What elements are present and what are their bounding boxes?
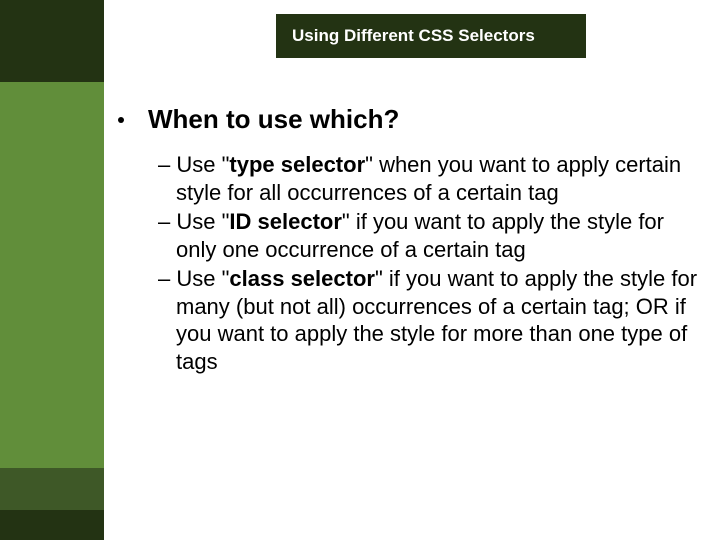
dash-icon: – [158,209,176,234]
sidebar-stripe-mid [0,82,104,468]
heading: When to use which? [148,104,399,135]
slide-title: Using Different CSS Selectors [292,26,535,46]
sub-bullet-list: – Use "type selector" when you want to a… [158,151,698,375]
sidebar-stripe-bottom [0,510,104,540]
sidebar-stripe-lower [0,468,104,510]
list-item: – Use "type selector" when you want to a… [158,151,698,206]
sub-text-bold: class selector [229,266,375,291]
sub-text-pre: Use " [176,209,229,234]
dash-icon: – [158,152,176,177]
list-item: – Use "class selector" if you want to ap… [158,265,698,375]
slide-title-bar: Using Different CSS Selectors [276,14,586,58]
sub-text-bold: type selector [229,152,365,177]
sub-text-bold: ID selector [229,209,342,234]
bullet-dot-icon [118,117,124,123]
sub-text-pre: Use " [176,266,229,291]
sub-text-pre: Use " [176,152,229,177]
list-item: – Use "ID selector" if you want to apply… [158,208,698,263]
bullet-row: When to use which? [118,104,698,149]
slide-content: When to use which? – Use "type selector"… [118,104,698,377]
dash-icon: – [158,266,176,291]
